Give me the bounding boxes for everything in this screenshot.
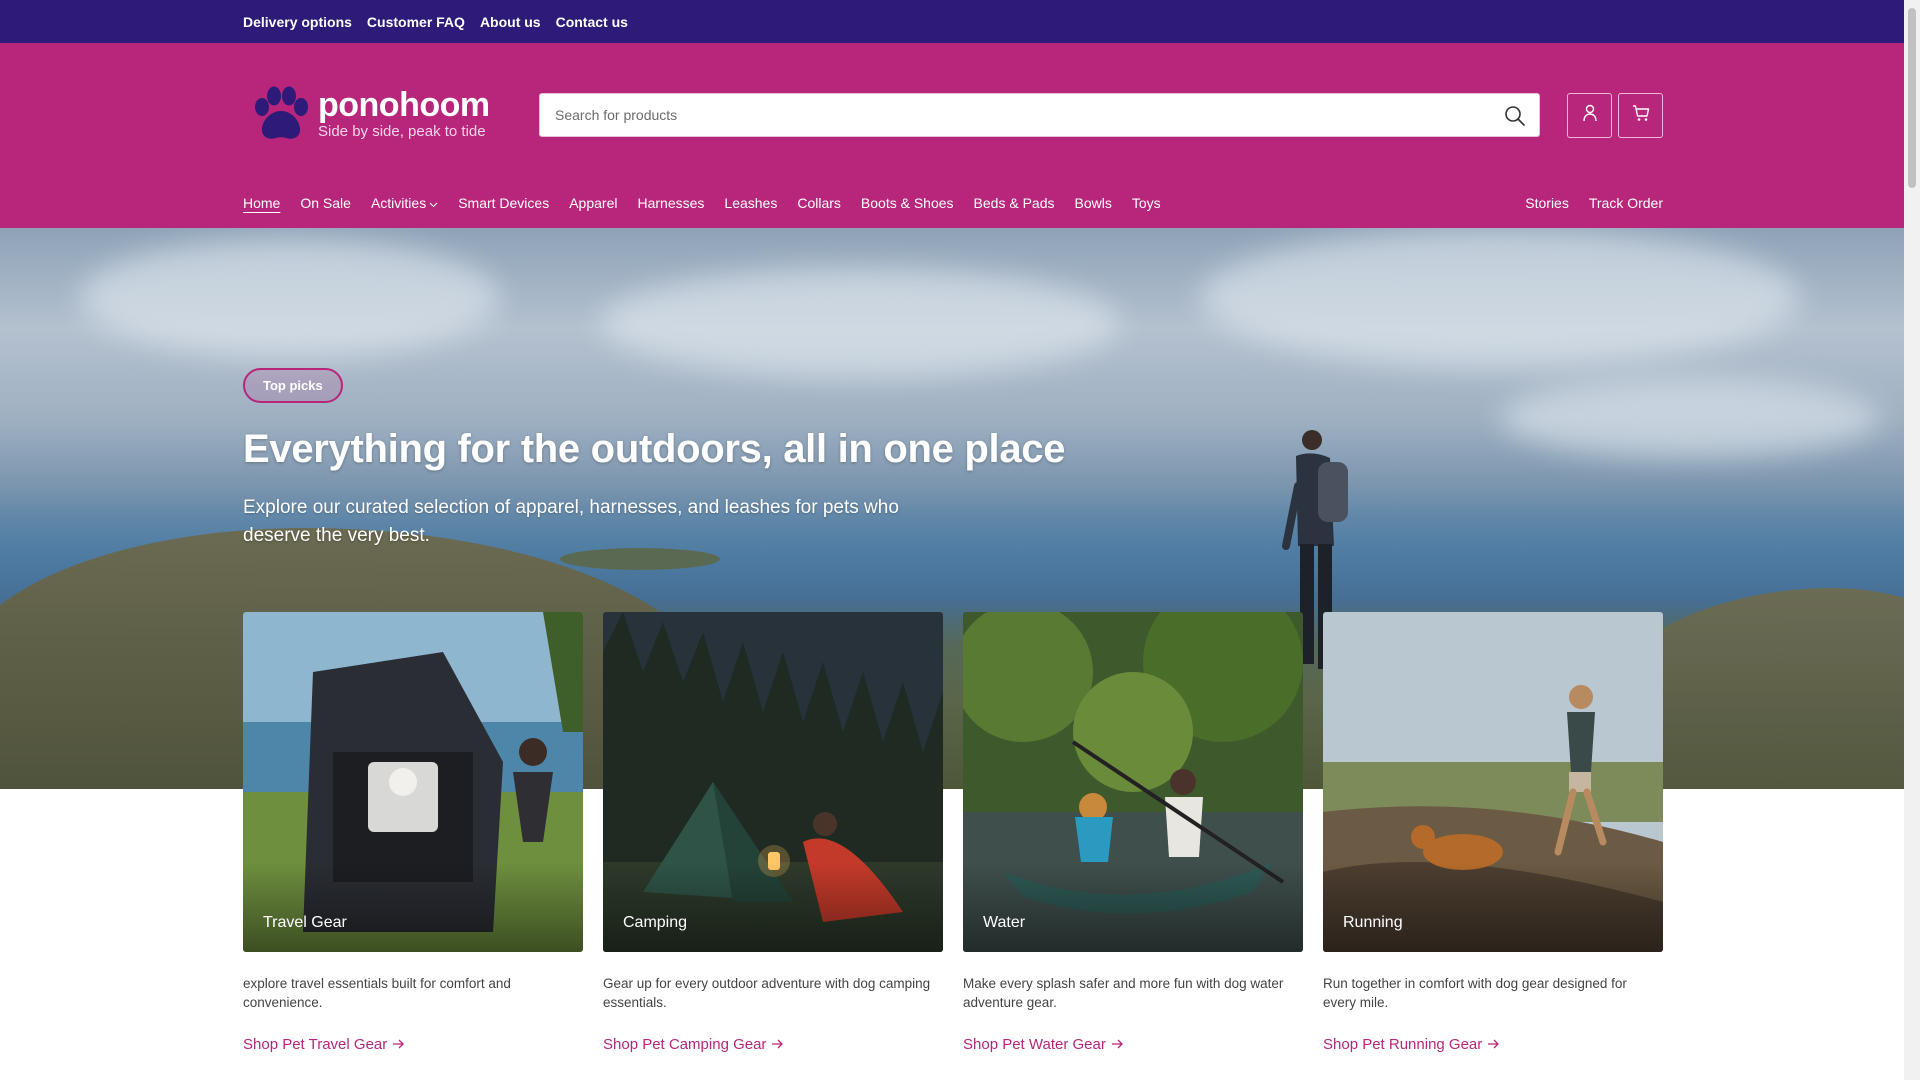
brand-tagline: Side by side, peak to tide bbox=[318, 123, 486, 140]
category-description: Run together in comfort with dog gear de… bbox=[1323, 976, 1627, 1010]
category-description: Make every splash safer and more fun wit… bbox=[963, 976, 1284, 1010]
hero-subtitle: Explore our curated selection of apparel… bbox=[243, 497, 899, 546]
chevron-down-icon bbox=[429, 195, 438, 211]
category-label: Running bbox=[1343, 914, 1403, 931]
hero-cloud bbox=[1200, 228, 1800, 368]
utility-link-about-us[interactable]: About us bbox=[480, 14, 541, 30]
shop-link-label: Shop Pet Running Gear bbox=[1323, 1036, 1483, 1053]
category-card-camping: Camping Gear up for every outdoor advent… bbox=[603, 612, 943, 1054]
nav-item-toys[interactable]: Toys bbox=[1132, 195, 1161, 211]
card-shade bbox=[963, 862, 1303, 952]
shop-travel-gear-link[interactable]: Shop Pet Travel Gear bbox=[243, 1036, 405, 1053]
category-card-water: Water Make every splash safer and more f… bbox=[963, 612, 1303, 1054]
category-cards: Travel Gear explore travel essentials bu… bbox=[243, 612, 1663, 1054]
scrollbar-thumb[interactable] bbox=[1908, 8, 1916, 188]
search-icon[interactable] bbox=[1501, 102, 1529, 130]
category-label: Water bbox=[983, 914, 1026, 931]
hero-title: Everything for the outdoors, all in one … bbox=[243, 427, 1066, 471]
arrow-right-icon bbox=[1111, 1036, 1124, 1053]
nav-item-smart-devices[interactable]: Smart Devices bbox=[458, 195, 549, 211]
brand-name: ponohoom bbox=[318, 86, 490, 124]
category-label: Travel Gear bbox=[263, 914, 347, 931]
search-input[interactable] bbox=[540, 94, 1480, 136]
hero-cloud bbox=[80, 238, 500, 358]
nav-item-label: Activities bbox=[370, 195, 427, 211]
brand: ponohoom Side by side, peak to tide bbox=[318, 87, 490, 141]
category-description: Gear up for every outdoor adventure with… bbox=[603, 976, 931, 1010]
site-header: ponohoom Side by side, peak to tide Home… bbox=[0, 43, 1904, 228]
nav-item-leashes[interactable]: Leashes bbox=[724, 195, 777, 211]
shop-camping-gear-link[interactable]: Shop Pet Camping Gear bbox=[603, 1036, 784, 1053]
nav-item-track-order[interactable]: Track Order bbox=[1589, 195, 1663, 211]
shop-running-gear-link[interactable]: Shop Pet Running Gear bbox=[1323, 1036, 1500, 1053]
nav-item-beds-pads[interactable]: Beds & Pads bbox=[974, 195, 1055, 211]
utility-link-contact-us[interactable]: Contact us bbox=[556, 14, 628, 30]
category-image-water[interactable]: Water bbox=[963, 612, 1303, 952]
card-shade bbox=[603, 862, 943, 952]
arrow-right-icon bbox=[1488, 1036, 1500, 1053]
top-picks-badge[interactable]: Top picks bbox=[243, 368, 343, 403]
utility-bar: Delivery options Customer FAQ About us C… bbox=[0, 0, 1904, 43]
shop-link-label: Shop Pet Travel Gear bbox=[243, 1036, 388, 1053]
category-label: Camping bbox=[623, 914, 688, 931]
nav-item-apparel[interactable]: Apparel bbox=[569, 195, 617, 211]
cart-button[interactable] bbox=[1618, 93, 1663, 138]
nav-item-home[interactable]: Home bbox=[243, 195, 280, 211]
cart-icon bbox=[1632, 104, 1650, 127]
shop-link-label: Shop Pet Camping Gear bbox=[603, 1036, 767, 1053]
paw-logo-icon bbox=[250, 85, 312, 143]
main-nav: Home On Sale Activities Smart Devices Ap… bbox=[243, 191, 1181, 215]
nav-item-boots-shoes[interactable]: Boots & Shoes bbox=[861, 195, 954, 211]
account-icon bbox=[1582, 104, 1598, 127]
shop-link-label: Shop Pet Water Gear bbox=[963, 1036, 1106, 1053]
secondary-nav: Stories Track Order bbox=[1525, 191, 1663, 215]
hero-cloud bbox=[1500, 378, 1880, 458]
nav-item-collars[interactable]: Collars bbox=[797, 195, 841, 211]
category-description: explore travel essentials built for comf… bbox=[243, 976, 511, 1010]
shop-water-gear-link[interactable]: Shop Pet Water Gear bbox=[963, 1036, 1124, 1053]
search-bar bbox=[539, 93, 1540, 137]
card-shade bbox=[243, 862, 583, 952]
category-image-travel-gear[interactable]: Travel Gear bbox=[243, 612, 583, 952]
category-image-running[interactable]: Running bbox=[1323, 612, 1663, 952]
page-scrollbar[interactable] bbox=[1904, 0, 1920, 1080]
logo[interactable]: ponohoom Side by side, peak to tide bbox=[250, 83, 490, 145]
nav-item-bowls[interactable]: Bowls bbox=[1074, 195, 1111, 211]
hero-island bbox=[560, 548, 720, 570]
nav-item-harnesses[interactable]: Harnesses bbox=[637, 195, 704, 211]
arrow-right-icon bbox=[393, 1036, 405, 1053]
card-shade bbox=[1323, 862, 1663, 952]
utility-links: Delivery options Customer FAQ About us C… bbox=[243, 0, 628, 43]
category-image-camping[interactable]: Camping bbox=[603, 612, 943, 952]
utility-link-delivery-options[interactable]: Delivery options bbox=[243, 14, 352, 30]
utility-link-customer-faq[interactable]: Customer FAQ bbox=[367, 14, 465, 30]
nav-item-stories[interactable]: Stories bbox=[1525, 195, 1569, 211]
account-button[interactable] bbox=[1567, 93, 1612, 138]
hero-cloud bbox=[600, 268, 1120, 378]
category-card-running: Running Run together in comfort with dog… bbox=[1323, 612, 1663, 1054]
nav-item-on-sale[interactable]: On Sale bbox=[300, 195, 351, 211]
hero-content: Top picks Everything for the outdoors, a… bbox=[243, 368, 1143, 550]
page: Delivery options Customer FAQ About us C… bbox=[0, 0, 1904, 1080]
arrow-right-icon bbox=[772, 1036, 784, 1053]
nav-item-activities[interactable]: Activities bbox=[371, 195, 438, 211]
category-card-travel-gear: Travel Gear explore travel essentials bu… bbox=[243, 612, 583, 1054]
